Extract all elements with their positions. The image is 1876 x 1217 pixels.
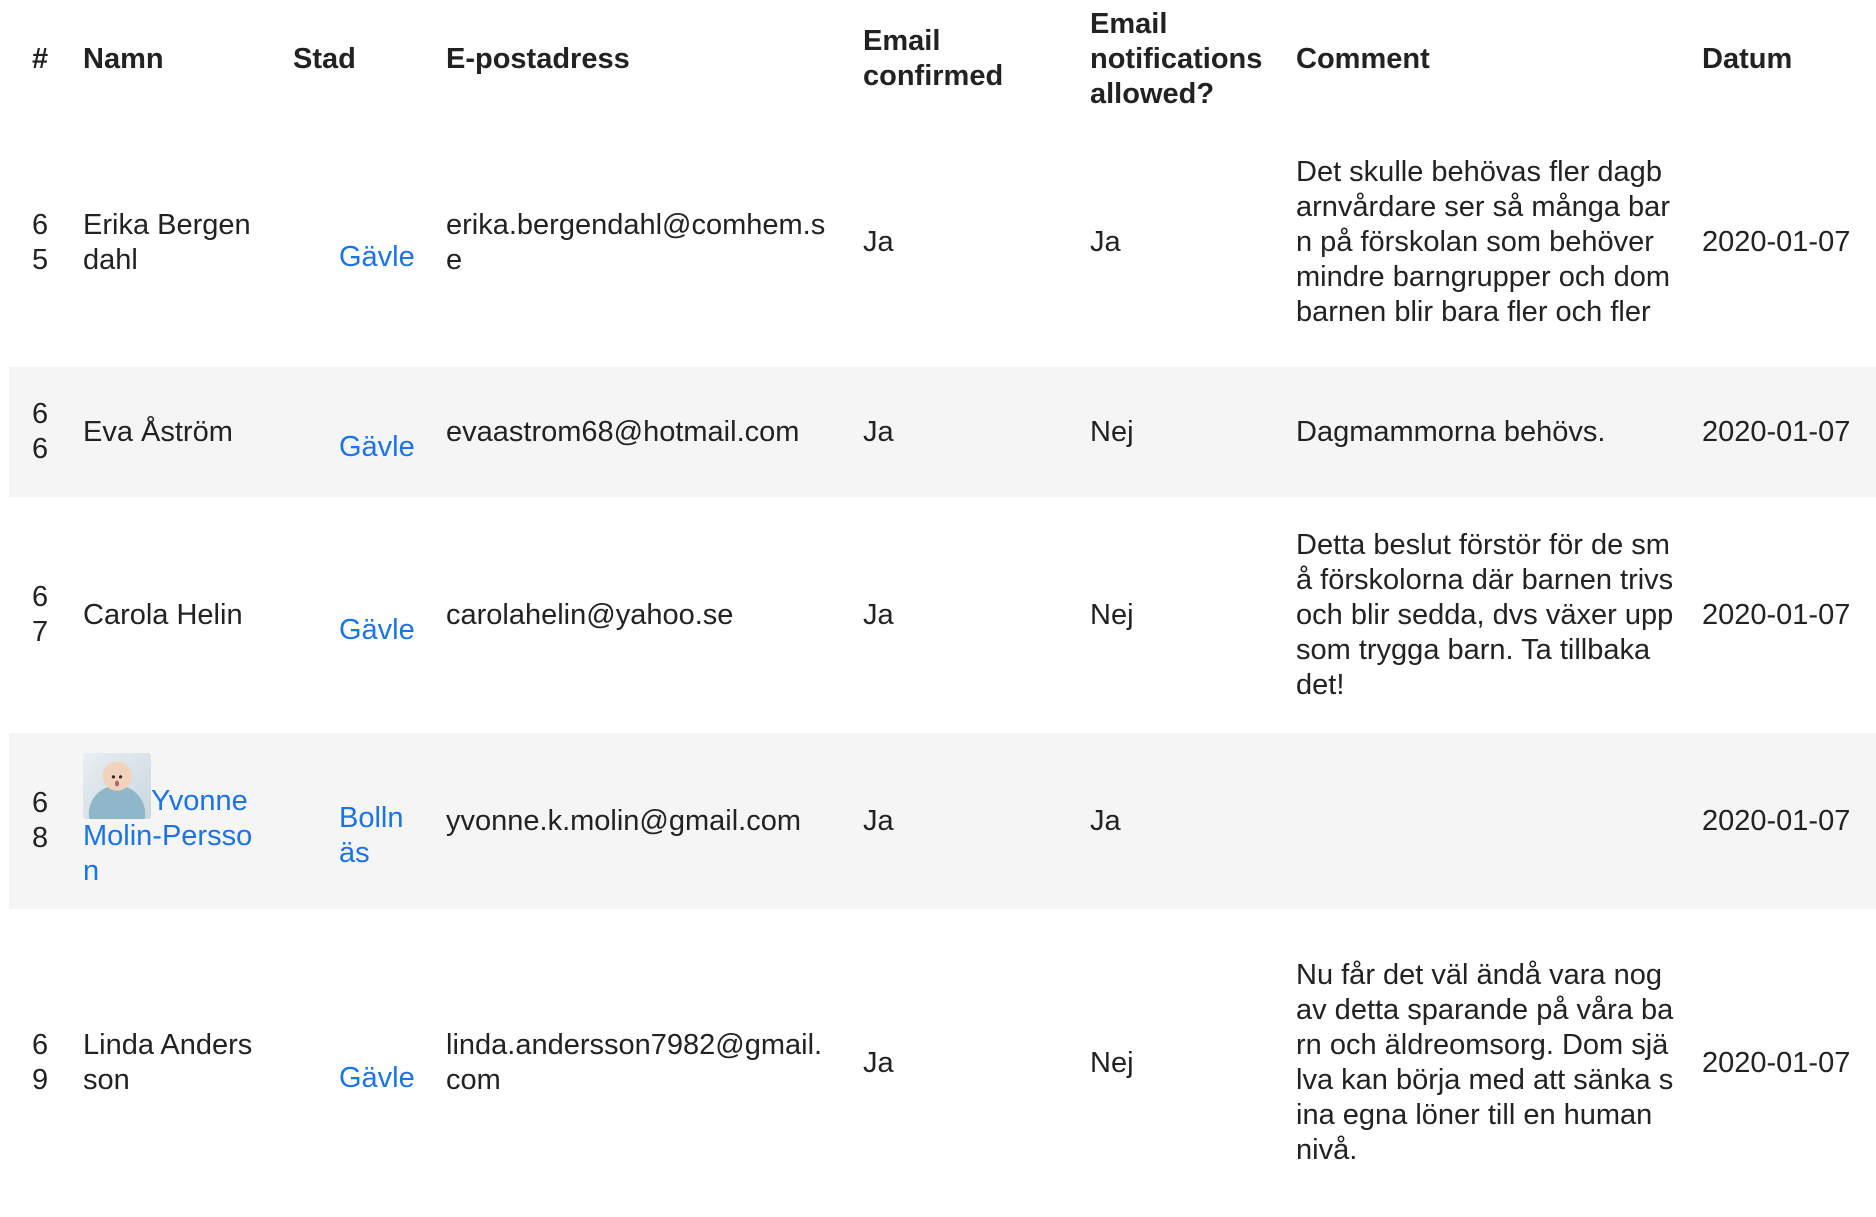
avatar[interactable] (83, 753, 151, 819)
signatures-table-container: # Namn Stad E-postadress Email confirmed… (9, 0, 1876, 1217)
header-city: Stad (293, 42, 356, 75)
signatures-table: # Namn Stad E-postadress Email confirmed… (9, 0, 1876, 1217)
profile-link[interactable]: Yvonne Molin-Persson (83, 753, 252, 887)
row-name: Eva Åström (69, 367, 279, 497)
row-email: yvonne.k.molin@gmail.com (432, 733, 849, 909)
row-email: evaastrom68@hotmail.com (432, 367, 849, 497)
table-row: 67 Carola Helin Gävle carolahelin@yahoo.… (9, 497, 1876, 733)
row-email: carolahelin@yahoo.se (446, 598, 734, 631)
row-name-cell: Yvonne Molin-Persson (69, 733, 279, 909)
row-name: Linda Andersson (83, 1029, 253, 1096)
row-comment: Detta beslut förstör för de små förskolo… (1296, 528, 1674, 701)
row-date: 2020-01-07 (1702, 598, 1851, 631)
row-email-confirmed: Ja (863, 226, 894, 258)
table-row: 68 Yvonne Molin-Persson Bollnäs yvonne.k… (9, 733, 1876, 909)
city-link[interactable]: Gävle (339, 1062, 415, 1094)
header-name: Namn (83, 42, 164, 75)
table-row: 65 Erika Bergendahl Gävle erika.bergenda… (9, 118, 1876, 367)
row-comment: Nu får det väl ändå vara nog av detta sp… (1296, 959, 1674, 1166)
row-email-notifications: Nej (1090, 1046, 1134, 1079)
row-city-cell: Gävle (279, 118, 432, 367)
row-email: erika.bergendahl@comhem.se (446, 208, 826, 276)
row-name: Erika Bergendahl (83, 208, 251, 276)
row-number: 66 (9, 367, 69, 497)
row-email-notifications: Nej (1090, 598, 1134, 631)
city-link[interactable]: Bollnäs (339, 802, 404, 869)
row-email-confirmed: Ja (863, 1046, 894, 1079)
row-email: linda.andersson7982@gmail.com (446, 1029, 823, 1096)
header-email-confirmed: Email confirmed (863, 25, 1004, 92)
row-email-confirmed: Ja (849, 733, 1076, 909)
row-city-cell: Gävle (279, 367, 432, 497)
row-city-cell: Gävle (279, 497, 432, 733)
row-comment: Dagmammorna behövs. (1282, 367, 1688, 497)
row-date: 2020-01-07 (1702, 1046, 1851, 1079)
row-number: 67 (32, 581, 49, 648)
header-email: E-postadress (446, 42, 630, 75)
row-email-notifications: Ja (1090, 226, 1121, 258)
table-row: 69 Linda Andersson Gävle linda.andersson… (9, 909, 1876, 1217)
row-number: 68 (9, 733, 69, 909)
row-email-notifications: Ja (1076, 733, 1282, 909)
header-number: # (32, 42, 49, 75)
row-comment: Det skulle behövas fler dagbarnvårdare s… (1296, 156, 1670, 328)
row-comment (1282, 733, 1688, 909)
row-date: 2020-01-07 (1688, 367, 1876, 497)
header-comment: Comment (1296, 42, 1430, 75)
row-number: 65 (32, 208, 49, 276)
city-link[interactable]: Gävle (339, 431, 415, 463)
city-link[interactable]: Gävle (339, 241, 415, 273)
row-email-notifications: Nej (1076, 367, 1282, 497)
table-header-row: # Namn Stad E-postadress Email confirmed… (9, 0, 1876, 118)
row-email-confirmed: Ja (863, 598, 894, 631)
table-row: 66 Eva Åström Gävle evaastrom68@hotmail.… (9, 367, 1876, 497)
city-link[interactable]: Gävle (339, 614, 415, 646)
row-city-cell: Bollnäs (279, 733, 432, 909)
header-email-notifications: Email notifications allowed? (1090, 7, 1263, 110)
row-number: 69 (32, 1029, 49, 1096)
row-date: 2020-01-07 (1688, 733, 1876, 909)
row-email-confirmed: Ja (849, 367, 1076, 497)
row-city-cell: Gävle (279, 909, 432, 1217)
row-date: 2020-01-07 (1702, 226, 1851, 258)
header-date: Datum (1702, 42, 1793, 75)
row-name: Carola Helin (83, 598, 243, 631)
